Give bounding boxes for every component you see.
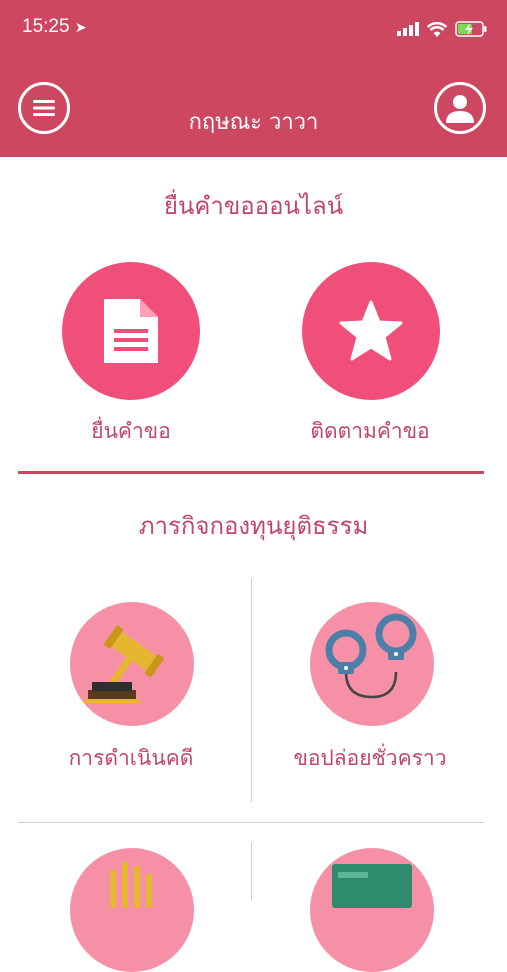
track-request-label[interactable]: ติดตามคำขอ bbox=[250, 415, 490, 448]
time-text: 15:25 bbox=[22, 16, 70, 37]
litigation-button[interactable] bbox=[70, 602, 194, 726]
scales-icon bbox=[110, 862, 152, 908]
submit-request-label[interactable]: ยื่นคำขอ bbox=[11, 415, 251, 448]
litigation-label[interactable]: การดำเนินคดี bbox=[11, 742, 251, 775]
section-divider bbox=[18, 471, 484, 474]
handcuffs-icon bbox=[325, 613, 417, 699]
money-icon bbox=[332, 864, 412, 908]
signal-icon bbox=[397, 22, 419, 36]
grid-vertical-divider-lower bbox=[251, 842, 252, 900]
track-request-button[interactable] bbox=[302, 262, 440, 400]
wifi-icon bbox=[427, 21, 447, 37]
section-title-fund: ภารกิจกองทุนยุติธรรม bbox=[138, 512, 369, 540]
star-icon bbox=[339, 300, 403, 361]
next-item-right-button[interactable] bbox=[310, 848, 434, 972]
profile-button[interactable] bbox=[434, 82, 486, 134]
status-time: 15:25 ➤ bbox=[22, 16, 87, 38]
user-icon bbox=[446, 95, 474, 123]
temporary-release-button[interactable] bbox=[310, 602, 434, 726]
battery-icon bbox=[455, 21, 487, 37]
submit-request-button[interactable] bbox=[62, 262, 200, 400]
status-bar: 15:25 ➤ bbox=[0, 16, 507, 44]
temporary-release-label[interactable]: ขอปล่อยชั่วคราว bbox=[250, 742, 490, 775]
grid-horizontal-divider bbox=[18, 822, 484, 823]
app-header: 15:25 ➤ กฤษณะ วาวา bbox=[0, 0, 507, 157]
gavel-icon bbox=[84, 625, 164, 703]
document-icon bbox=[104, 299, 158, 363]
location-arrow-icon: ➤ bbox=[74, 19, 87, 35]
status-icons bbox=[397, 18, 487, 40]
section-title-online: ยื่นคำขอออนไลน์ bbox=[163, 192, 344, 220]
page-title: กฤษณะ วาวา bbox=[188, 110, 319, 135]
next-item-left-button[interactable] bbox=[70, 848, 194, 972]
